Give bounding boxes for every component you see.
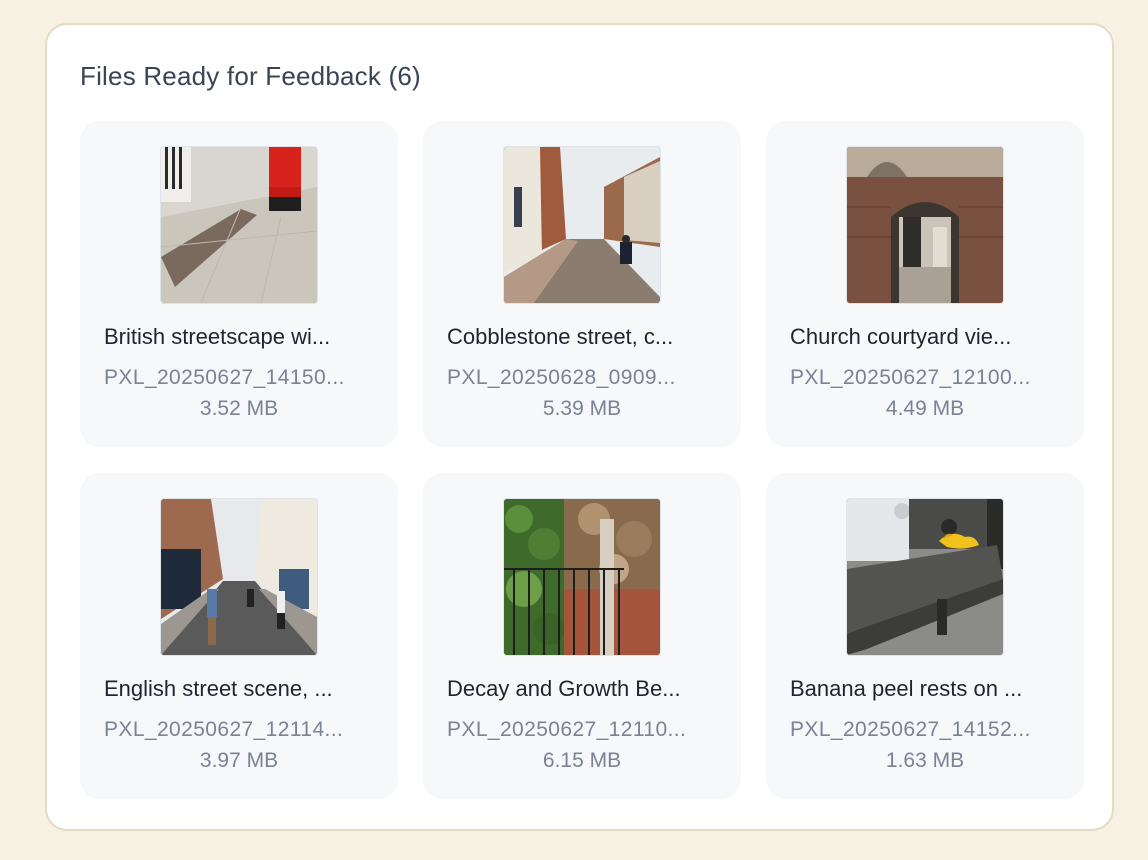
cobblestone-street-thumbnail <box>504 147 660 303</box>
file-card[interactable]: Church courtyard vie... PXL_20250627_121… <box>766 121 1084 447</box>
image-thumbnail <box>846 146 1004 304</box>
english-street-thumbnail <box>161 499 317 655</box>
file-size: 4.49 MB <box>885 397 965 420</box>
file-title: Decay and Growth Be... <box>447 676 681 701</box>
file-card[interactable]: Decay and Growth Be... PXL_20250627_1211… <box>423 473 741 799</box>
image-thumbnail <box>160 146 318 304</box>
file-card[interactable]: Cobblestone street, c... PXL_20250628_09… <box>423 121 741 447</box>
files-ready-panel: Files Ready for Feedback (6) British str… <box>45 23 1114 831</box>
banana-peel-thumbnail <box>847 499 1003 655</box>
panel-title: Files Ready for Feedback (6) <box>80 61 421 91</box>
file-name: PXL_20250627_12114... <box>104 718 344 741</box>
file-name: PXL_20250628_0909... <box>447 366 676 389</box>
image-thumbnail <box>503 146 661 304</box>
file-title: English street scene, ... <box>104 676 333 701</box>
file-card[interactable]: English street scene, ... PXL_20250627_1… <box>80 473 398 799</box>
file-size: 6.15 MB <box>542 749 622 772</box>
ivy-wall-thumbnail <box>504 499 660 655</box>
church-courtyard-thumbnail <box>847 147 1003 303</box>
file-name: PXL_20250627_14150... <box>104 366 345 389</box>
file-card[interactable]: British streetscape wi... PXL_20250627_1… <box>80 121 398 447</box>
file-name: PXL_20250627_12110... <box>447 718 687 741</box>
image-thumbnail <box>503 498 661 656</box>
file-name: PXL_20250627_12100... <box>790 366 1031 389</box>
file-name: PXL_20250627_14152... <box>790 718 1031 741</box>
file-title: British streetscape wi... <box>104 324 331 349</box>
file-size: 3.52 MB <box>199 397 279 420</box>
red-postbox-thumbnail <box>161 147 317 303</box>
image-thumbnail <box>846 498 1004 656</box>
image-thumbnail <box>160 498 318 656</box>
file-title: Cobblestone street, c... <box>447 324 674 349</box>
file-size: 3.97 MB <box>199 749 279 772</box>
file-size: 5.39 MB <box>542 397 622 420</box>
file-size: 1.63 MB <box>885 749 965 772</box>
file-card[interactable]: Banana peel rests on ... PXL_20250627_14… <box>766 473 1084 799</box>
file-title: Banana peel rests on ... <box>790 676 1023 701</box>
file-title: Church courtyard vie... <box>790 324 1012 349</box>
